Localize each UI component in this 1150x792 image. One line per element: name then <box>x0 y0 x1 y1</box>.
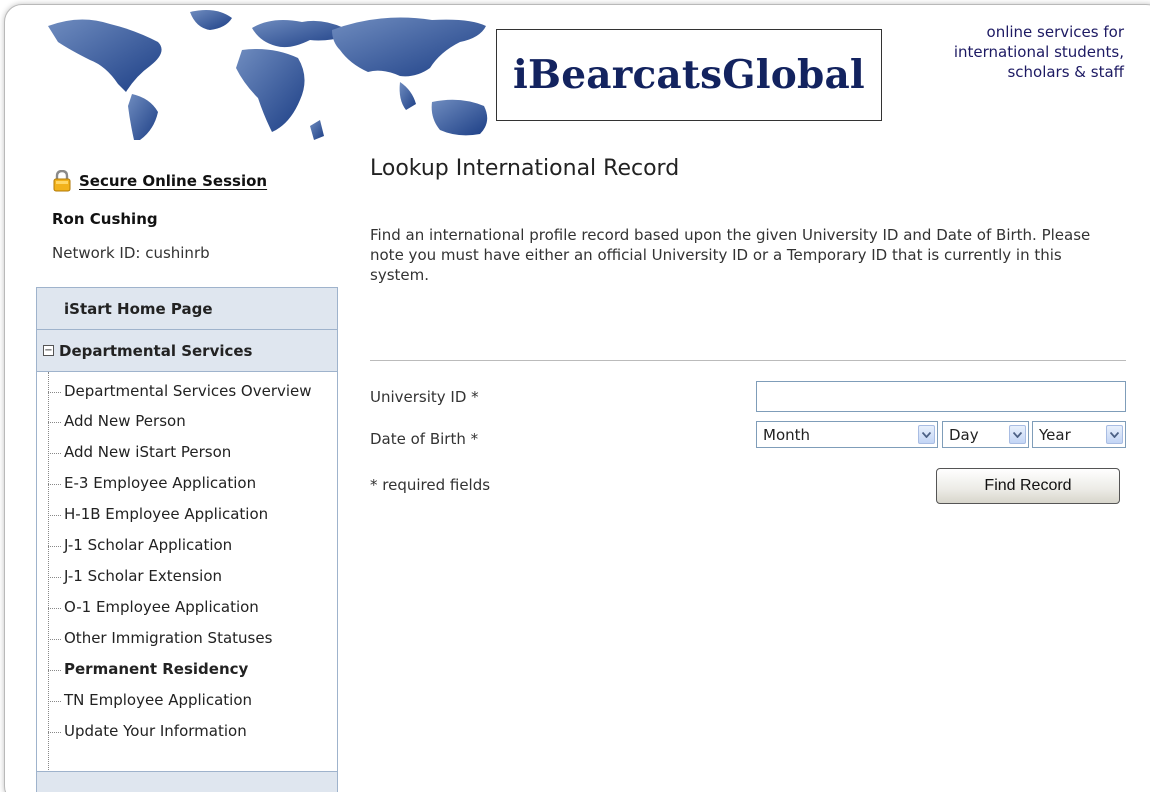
logo: iBearcatsGlobal <box>496 29 882 121</box>
find-record-button[interactable]: Find Record <box>936 468 1120 504</box>
tagline-line: online services for <box>986 23 1124 41</box>
nav-item-tn-employee-application[interactable]: TN Employee Application <box>48 685 337 716</box>
nav-item-update-your-information[interactable]: Update Your Information <box>48 716 337 747</box>
page-title: Lookup International Record <box>370 156 680 181</box>
nav-item-e3-employee-application[interactable]: E-3 Employee Application <box>48 468 337 499</box>
user-name: Ron Cushing <box>52 210 158 228</box>
chevron-down-icon[interactable] <box>918 425 935 444</box>
nav-home-link[interactable]: iStart Home Page <box>37 288 337 330</box>
intro-text: Find an international profile record bas… <box>370 226 1091 284</box>
nav-item-departmental-services-overview[interactable]: Departmental Services Overview <box>48 376 337 406</box>
world-map-image <box>48 10 488 140</box>
university-id-input[interactable] <box>756 381 1126 412</box>
day-select-value: Day <box>949 425 979 444</box>
logo-text: iBearcatsGlobal <box>513 52 865 98</box>
tagline-line: scholars & staff <box>1007 63 1124 81</box>
secure-session-link[interactable]: Secure Online Session <box>79 172 267 190</box>
nav-section-label: Departmental Services <box>59 341 253 360</box>
network-id: Network ID: cushinrb <box>52 244 210 262</box>
nav-item-permanent-residency[interactable]: Permanent Residency <box>48 654 337 685</box>
divider <box>370 360 1126 361</box>
month-select-value: Month <box>763 425 811 444</box>
tagline-line: international students, <box>953 43 1124 61</box>
required-fields-note: * required fields <box>370 476 491 494</box>
date-of-birth-label: Date of Birth * <box>370 430 479 448</box>
nav-item-other-immigration-statuses[interactable]: Other Immigration Statuses <box>48 623 337 654</box>
secure-session-row: Secure Online Session <box>52 170 267 192</box>
lock-icon <box>53 170 71 192</box>
collapse-icon[interactable]: − <box>43 345 54 356</box>
nav-list: Departmental Services Overview Add New P… <box>37 372 337 792</box>
nav-item-add-new-person[interactable]: Add New Person <box>48 406 337 437</box>
nav-footer-bar <box>37 771 337 792</box>
nav-item-add-new-istart-person[interactable]: Add New iStart Person <box>48 437 337 468</box>
chevron-down-icon[interactable] <box>1106 425 1123 444</box>
year-select[interactable]: Year <box>1032 421 1126 448</box>
month-select[interactable]: Month <box>756 421 938 448</box>
nav-section-departmental-services[interactable]: − Departmental Services <box>37 330 337 372</box>
sidebar-nav: iStart Home Page − Departmental Services… <box>36 287 338 792</box>
university-id-label: University ID * <box>370 388 479 406</box>
nav-item-o1-employee-application[interactable]: O-1 Employee Application <box>48 592 337 623</box>
chevron-down-icon[interactable] <box>1009 425 1026 444</box>
nav-item-h1b-employee-application[interactable]: H-1B Employee Application <box>48 499 337 530</box>
tagline: online services for international studen… <box>884 22 1124 82</box>
nav-item-j1-scholar-application[interactable]: J-1 Scholar Application <box>48 530 337 561</box>
nav-item-j1-scholar-extension[interactable]: J-1 Scholar Extension <box>48 561 337 592</box>
day-select[interactable]: Day <box>942 421 1029 448</box>
year-select-value: Year <box>1039 425 1071 444</box>
